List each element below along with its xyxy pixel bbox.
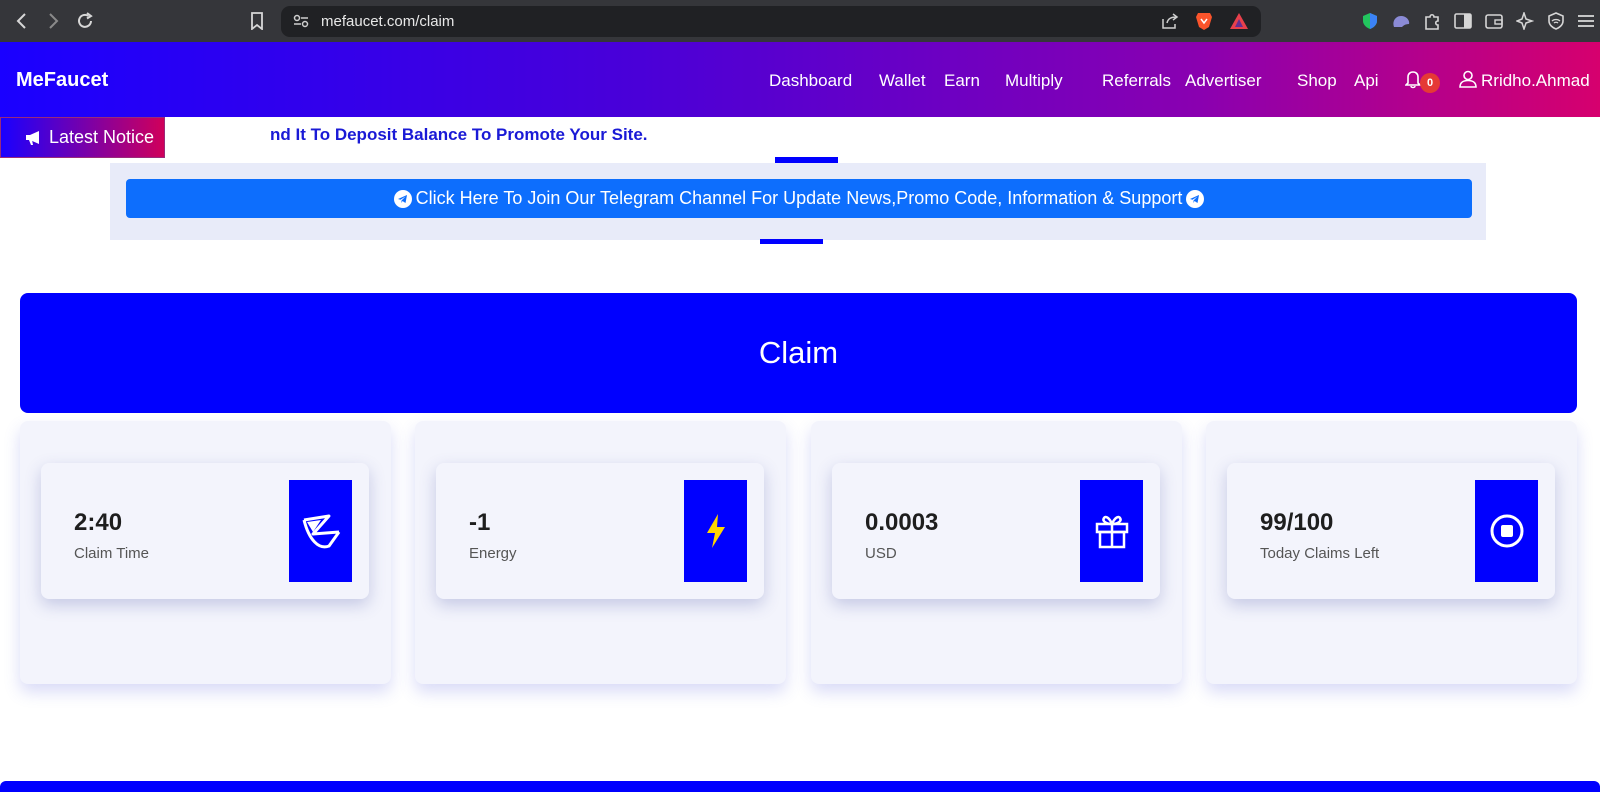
nav-referrals[interactable]: Referrals [1102, 71, 1171, 91]
menu-icon[interactable] [1576, 11, 1596, 31]
browser-toolbar: mefaucet.com/claim [0, 0, 1600, 42]
notification-badge: 0 [1420, 73, 1440, 93]
footer-bar [0, 781, 1600, 792]
energy-value: -1 [469, 509, 491, 536]
usd-label: USD [865, 545, 897, 562]
stat-card: 0.0003 USD [832, 463, 1160, 599]
divider [760, 239, 823, 244]
vpn-icon[interactable] [1546, 11, 1566, 31]
sidebar-icon[interactable] [1453, 11, 1473, 31]
back-icon[interactable] [11, 10, 33, 32]
site-header: MeFaucet Dashboard Wallet Earn Multiply … [0, 42, 1600, 117]
stat-card: 99/100 Today Claims Left [1227, 463, 1555, 599]
stat-card: 2:40 Claim Time [41, 463, 369, 599]
claim-time-card: 2:40 Claim Time [20, 421, 391, 684]
latest-notice-label: Latest Notice [49, 127, 155, 147]
shield-extension-icon[interactable] [1360, 11, 1380, 31]
nav-dashboard[interactable]: Dashboard [769, 71, 852, 91]
game-extension-icon[interactable] [1391, 11, 1411, 31]
user-icon[interactable] [1459, 70, 1477, 93]
stat-card: -1 Energy [436, 463, 764, 599]
telegram-join-button[interactable]: Click Here To Join Our Telegram Channel … [126, 179, 1472, 218]
nav-advertiser[interactable]: Advertiser [1185, 71, 1262, 91]
lightning-icon [684, 480, 747, 582]
hourglass-icon [289, 480, 352, 582]
nav-api[interactable]: Api [1354, 71, 1379, 91]
brave-shield-icon[interactable] [1195, 11, 1213, 36]
notice-marquee: nd It To Deposit Balance To Promote Your… [270, 125, 648, 144]
address-bar[interactable]: mefaucet.com/claim [281, 6, 1261, 37]
site-logo[interactable]: MeFaucet [16, 69, 108, 92]
nav-shop[interactable]: Shop [1297, 71, 1337, 91]
energy-label: Energy [469, 545, 517, 562]
url-text[interactable]: mefaucet.com/claim [321, 13, 454, 30]
usd-card: 0.0003 USD [811, 421, 1182, 684]
usd-value: 0.0003 [865, 509, 939, 536]
bookmark-icon[interactable] [246, 10, 268, 32]
nav-earn[interactable]: Earn [944, 71, 980, 91]
leo-ai-icon[interactable] [1515, 11, 1535, 31]
claim-banner: Claim [20, 293, 1577, 413]
nav-wallet[interactable]: Wallet [879, 71, 926, 91]
nav-multiply[interactable]: Multiply [1005, 71, 1063, 91]
latest-notice-button[interactable]: Latest Notice [0, 117, 165, 158]
telegram-icon [393, 189, 412, 208]
user-menu[interactable]: Rridho.Ahmad [1481, 71, 1590, 91]
megaphone-icon [25, 130, 43, 146]
bell-icon[interactable] [1404, 69, 1422, 94]
site-settings-icon[interactable] [293, 14, 309, 33]
page-title: Claim [758, 335, 839, 370]
stop-circle-icon [1475, 480, 1538, 582]
energy-card: -1 Energy [415, 421, 786, 684]
brave-rewards-icon[interactable] [1229, 12, 1249, 35]
claim-time-value: 2:40 [74, 509, 123, 536]
forward-icon[interactable] [42, 10, 64, 32]
puzzle-icon[interactable] [1422, 11, 1442, 31]
share-icon[interactable] [1161, 13, 1179, 34]
claim-time-label: Claim Time [74, 545, 150, 562]
wallet-icon[interactable] [1484, 11, 1504, 31]
telegram-join-label: Click Here To Join Our Telegram Channel … [415, 188, 1183, 208]
claims-left-card: 99/100 Today Claims Left [1206, 421, 1577, 684]
reload-icon[interactable] [74, 10, 96, 32]
gift-icon [1080, 480, 1143, 582]
telegram-icon [1186, 189, 1205, 208]
claims-left-value: 99/100 [1260, 509, 1334, 536]
claims-left-label: Today Claims Left [1260, 545, 1380, 562]
